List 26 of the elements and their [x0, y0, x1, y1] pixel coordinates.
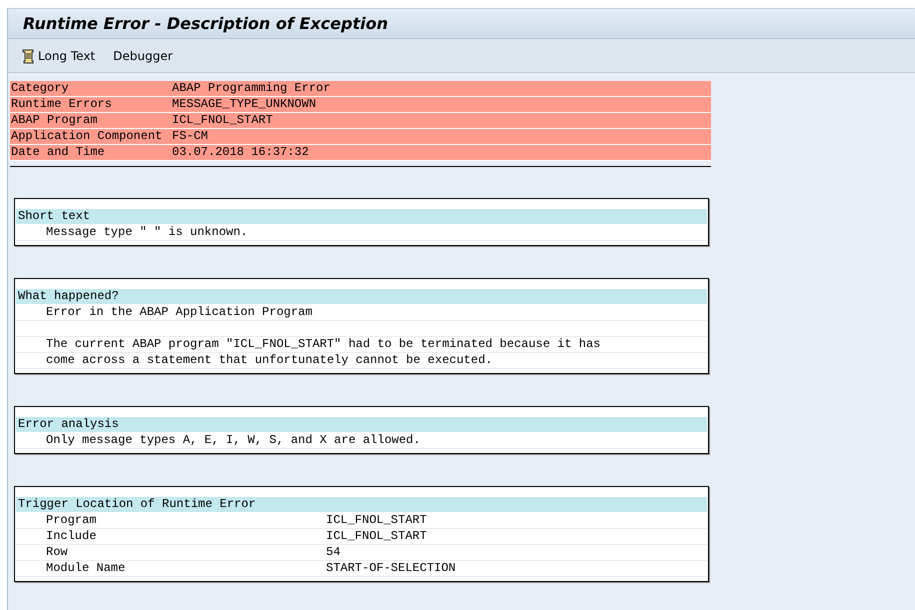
section-heading: Trigger Location of Runtime Error	[16, 497, 707, 513]
toolbar-button[interactable]: Debugger	[111, 46, 175, 64]
field-value: ICL_FNOL_START	[326, 513, 427, 528]
text-line: Message type " " is unknown.	[16, 225, 707, 241]
field-value: ICL_FNOL_START	[326, 529, 427, 544]
header-row: Date and Time 03.07.2018 16:37:32	[10, 145, 711, 161]
section-heading: Error analysis	[16, 417, 707, 433]
scroll-icon	[20, 48, 36, 64]
field-label: Row	[46, 545, 69, 560]
field-value: START-OF-SELECTION	[326, 561, 456, 576]
text-line: Only message types A, E, I, W, S, and X are allowed.	[16, 433, 707, 449]
header-row: Category ABAP Programming Error	[10, 81, 711, 97]
field-label: Program	[46, 513, 98, 528]
header-row: Runtime Errors MESSAGE_TYPE_UNKNOWN	[10, 97, 711, 113]
field-label: Module Name	[46, 561, 126, 576]
text-line: come across a statement that unfortunately cannot be executed.	[16, 353, 707, 369]
toolbar-button[interactable]: Long Text	[18, 46, 98, 66]
window-title: Runtime Error - Description of Exception	[23, 14, 388, 33]
field-value: 54	[326, 545, 340, 560]
section-heading: Short text	[16, 209, 707, 225]
field-label: Include	[46, 529, 98, 544]
header-row: Application Component FS-CM	[10, 129, 711, 145]
text-line: Error in the ABAP Application Program	[16, 305, 707, 321]
text-line: The current ABAP program "ICL_FNOL_START" had to be terminated because it has	[16, 337, 707, 353]
header-row: ABAP Program ICL_FNOL_START	[10, 113, 711, 129]
section-heading: What happened?	[16, 289, 707, 305]
